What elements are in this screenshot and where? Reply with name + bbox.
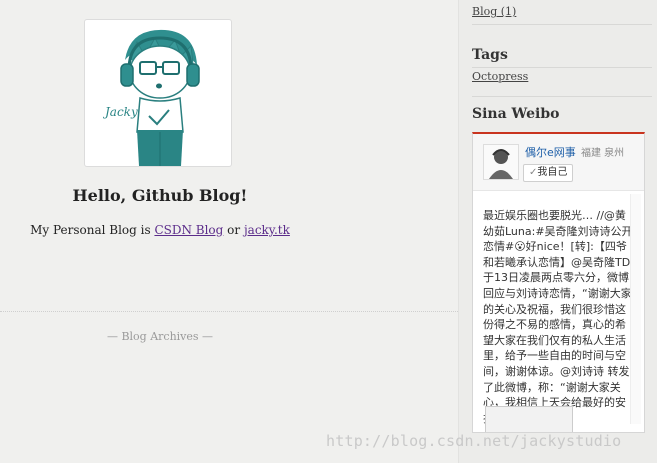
weibo-post-text: 最近娱乐圈也要脱光… //@黄幼茹Luna:#吴奇隆刘诗诗公开恋情#😮好nice… (483, 209, 633, 425)
conjunction-text: or (223, 223, 244, 237)
weibo-follow-label: 我自己 (537, 167, 568, 178)
jacky-tk-link[interactable]: jacky.tk (244, 223, 290, 237)
post-title: Hello, Github Blog! (72, 186, 248, 205)
sidebar-divider (472, 67, 652, 68)
blog-archives-link[interactable]: — Blog Archives — (0, 330, 320, 343)
weibo-user-avatar[interactable] (483, 144, 519, 180)
chibi-portrait-image: Jacky (102, 29, 200, 166)
weibo-user-location: 福建 泉州 (581, 148, 625, 159)
main-content: Jacky Hello, Github Blog! My Personal Bl… (0, 0, 458, 463)
sidebar-divider (472, 24, 652, 25)
post-intro-text: My Personal Blog is (30, 223, 155, 237)
weibo-follow-button[interactable]: ✓我自己 (523, 164, 574, 182)
weibo-post-image[interactable] (485, 406, 573, 432)
tag-link-octopress[interactable]: Octopress (472, 70, 528, 83)
weibo-user-name[interactable]: 偶尔e网事 (525, 144, 576, 160)
weibo-header: 偶尔e网事 福建 泉州 ✓我自己 (473, 134, 644, 191)
csdn-blog-link[interactable]: CSDN Blog (154, 223, 223, 237)
weibo-widget: 偶尔e网事 福建 泉州 ✓我自己 最近娱乐圈也要脱光… //@黄幼茹Luna:#… (472, 132, 645, 433)
weibo-scrollbar[interactable] (630, 194, 641, 424)
content-divider (0, 311, 458, 312)
sina-weibo-heading: Sina Weibo (472, 106, 560, 122)
category-blog-link[interactable]: Blog (1) (472, 5, 516, 18)
post-intro: My Personal Blog is CSDN Blog or jacky.t… (0, 223, 320, 237)
tags-heading: Tags (472, 47, 508, 63)
user-silhouette-icon (484, 145, 518, 179)
svg-text:Jacky: Jacky (102, 105, 138, 119)
author-avatar: Jacky (84, 19, 232, 167)
watermark: http://blog.csdn.net/jackystudio (326, 432, 622, 450)
sidebar-divider (472, 96, 652, 97)
